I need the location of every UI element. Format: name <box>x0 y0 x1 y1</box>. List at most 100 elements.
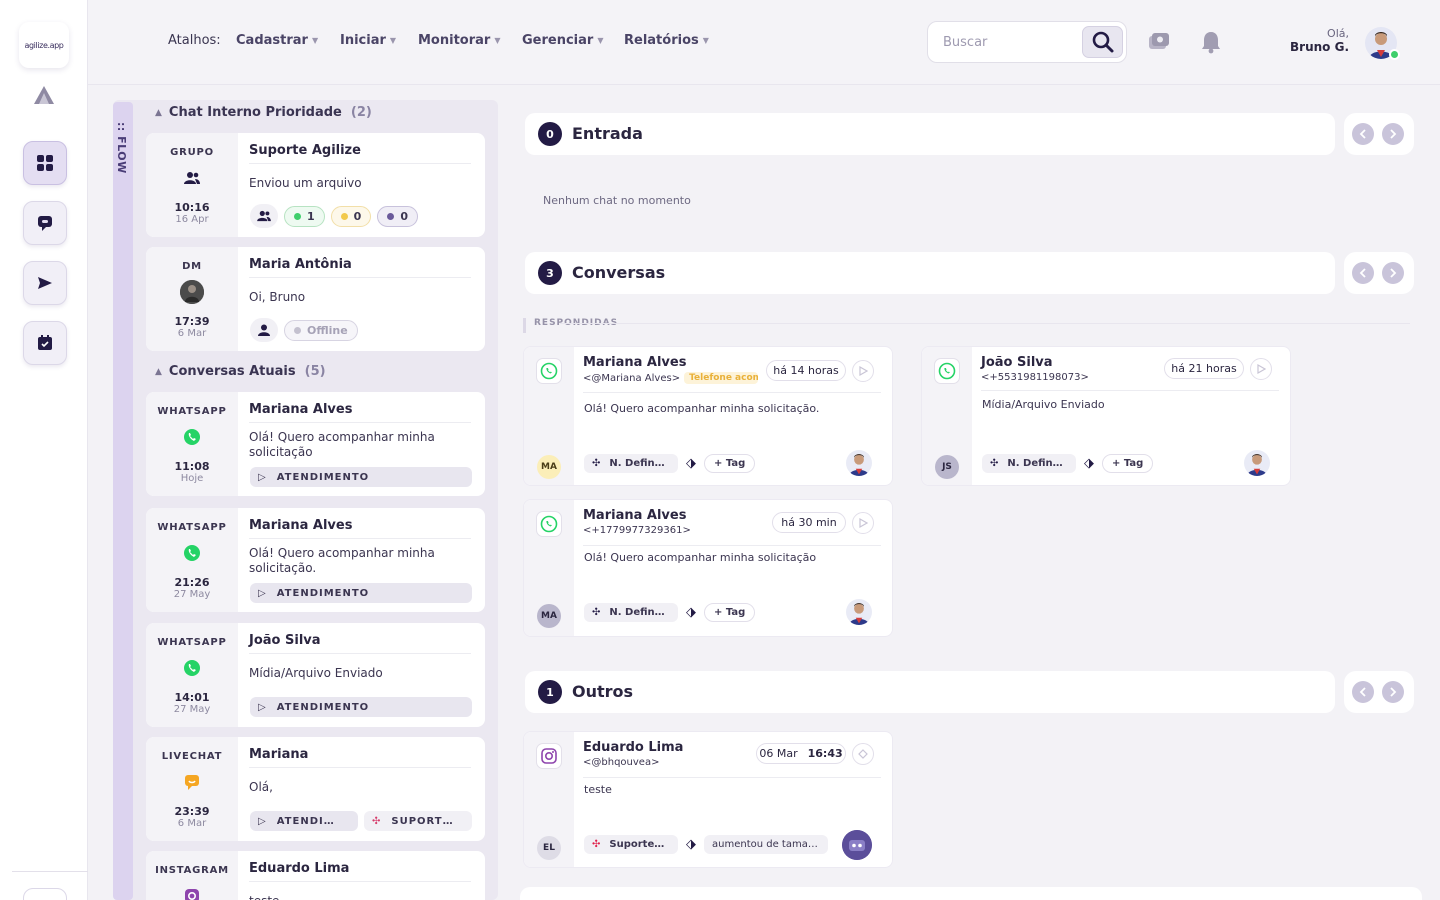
next-button[interactable] <box>1382 123 1404 145</box>
media-icon[interactable] <box>1147 30 1171 54</box>
menu-label: Cadastrar <box>236 33 308 48</box>
card-divider <box>249 767 471 768</box>
contact-name: Mariana Alves <box>583 355 687 370</box>
search-input[interactable]: Buscar <box>943 35 987 50</box>
department-chip[interactable]: ✣ N. Definido <box>584 603 678 622</box>
department-pill[interactable]: ✣ SUPORTE AGILIZE <box>364 811 472 831</box>
conversation-tile[interactable]: JS João Silva <+5531981198073> há 21 hor… <box>921 346 1291 486</box>
card-divider <box>249 277 471 278</box>
conversation-card[interactable]: WHATSAPP 21:26 27 May Mariana Alves Olá!… <box>146 508 485 612</box>
start-button[interactable] <box>852 743 874 765</box>
contact-handle-row: <@Mariana Alves>Telefone acompanhamento <box>583 372 759 384</box>
conversation-card[interactable]: WHATSAPP 14:01 27 May João Silva Mídia/A… <box>146 623 485 727</box>
agent-avatar[interactable] <box>846 599 872 625</box>
section-entrada-header[interactable]: 0 Entrada <box>525 113 1335 155</box>
menu-gerenciar[interactable]: Gerenciar ▼ <box>522 33 603 48</box>
contact-button[interactable] <box>250 318 278 342</box>
department-chip[interactable]: ✣ N. Definido <box>584 454 678 473</box>
chevron-left-icon <box>1359 129 1366 139</box>
prev-button[interactable] <box>1352 123 1374 145</box>
department-icon: ✣ <box>592 458 601 469</box>
contact-initials: EL <box>537 836 561 860</box>
agent-avatar[interactable] <box>1244 450 1270 476</box>
menu-label: Relatórios <box>624 33 699 48</box>
priority-chat-card[interactable]: GRUPO 10:16 16 Apr Suporte Agilize Envio… <box>146 133 485 237</box>
livechat-icon <box>180 770 204 794</box>
dashboard-button[interactable] <box>23 141 67 185</box>
conversation-tile[interactable]: EL Eduardo Lima <@bhqouvea> 06 Mar 16:43 … <box>523 731 893 868</box>
chat-preview: Olá! Quero acompanhar minha solicitação. <box>249 546 435 575</box>
menu-iniciar[interactable]: Iniciar ▼ <box>340 33 396 48</box>
agent-avatar[interactable] <box>846 450 872 476</box>
next-section-header <box>520 887 1422 900</box>
prev-button[interactable] <box>1352 681 1374 703</box>
next-button[interactable] <box>1382 681 1404 703</box>
stage-pill[interactable]: ▷ ATENDIMENTO <box>250 467 472 487</box>
contact-handle-row: <+1779977329361> <box>583 525 691 536</box>
department-label: SUPORTE AGILIZE <box>391 815 457 827</box>
prev-button[interactable] <box>1352 262 1374 284</box>
department-label: N. Definido <box>609 607 666 618</box>
calendar-button[interactable] <box>23 321 67 365</box>
start-button[interactable] <box>852 360 874 382</box>
card-divider <box>249 653 471 654</box>
flow-toggle[interactable]: :: FLOW <box>113 102 133 900</box>
section-conversas-header[interactable]: 3 Conversas <box>525 252 1335 294</box>
conversation-card[interactable]: WHATSAPP 11:08 Hoje Mariana Alves Olá! Q… <box>146 392 485 496</box>
instagram-icon <box>180 884 204 900</box>
menu-relatorios[interactable]: Relatórios ▼ <box>624 33 709 48</box>
menu-label: Monitorar <box>418 33 491 48</box>
add-tag-button[interactable]: + Tag <box>1102 454 1154 473</box>
menu-monitorar[interactable]: Monitorar ▼ <box>418 33 500 48</box>
chat-date: 27 May <box>173 704 211 715</box>
current-section-header[interactable]: ▲ Conversas Atuais (5) <box>155 364 326 379</box>
rail-bottom-button[interactable] <box>23 888 67 900</box>
shortcuts-label: Atalhos: <box>168 33 221 48</box>
channel-label: WHATSAPP <box>157 522 227 533</box>
contact-tag: Telefone acompanhamento <box>684 372 759 384</box>
start-button[interactable] <box>1250 358 1272 380</box>
conversation-tile[interactable]: MA Mariana Alves <@Mariana Alves> Telefon… <box>523 346 893 486</box>
department-chip[interactable]: ✣ N. Definido <box>982 454 1076 473</box>
section-outros-header[interactable]: 1 Outros <box>525 671 1335 713</box>
add-tag-button[interactable]: + Tag <box>704 603 756 622</box>
whatsapp-icon <box>536 358 562 384</box>
members-button[interactable] <box>250 204 278 228</box>
stage-pill[interactable]: ▷ ATENDIMENTO <box>250 697 472 717</box>
play-outline-icon: ▷ <box>258 701 267 713</box>
priority-chat-card[interactable]: DM 17:39 6 Mar Maria Antônia Oi, Bruno O… <box>146 247 485 351</box>
time-chip: há 14 horas <box>766 360 846 381</box>
chat-button[interactable] <box>23 201 67 245</box>
menu-cadastrar[interactable]: Cadastrar ▼ <box>236 33 318 48</box>
contact-avatar <box>180 280 204 304</box>
rail-divider <box>12 871 88 872</box>
tile-divider <box>981 390 1279 391</box>
purple-dot-icon <box>387 212 395 220</box>
conversation-tile[interactable]: MA Mariana Alves <+1779977329361> há 30 … <box>523 499 893 637</box>
next-button[interactable] <box>1382 262 1404 284</box>
app-logo[interactable]: agilize.app <box>19 22 69 68</box>
start-button[interactable] <box>852 512 874 534</box>
bot-avatar[interactable] <box>842 830 872 860</box>
stage-pill[interactable]: ▷ ATENDIMENTO <box>250 583 472 603</box>
send-button[interactable] <box>23 261 67 305</box>
search-button[interactable] <box>1082 26 1123 58</box>
stage-pill[interactable]: ▷ ATENDIMENTO <box>250 811 358 831</box>
caret-down-icon: ▼ <box>389 36 397 45</box>
conversation-card[interactable]: INSTAGRAM Eduardo Lima teste <box>146 851 485 900</box>
message-preview: teste <box>584 783 612 796</box>
department-chip[interactable]: ✣ Suporte Agilize <box>584 835 678 854</box>
chat-date: Hoje <box>180 473 204 484</box>
conversation-card[interactable]: LIVECHAT 23:39 6 Mar Mariana Olá, ▷ ATEND… <box>146 737 485 841</box>
tag-chip[interactable]: aumentou de tamanho <box>704 835 828 854</box>
message-preview: Olá! Quero acompanhar minha solicitação. <box>584 402 820 415</box>
menu-label: Gerenciar <box>522 33 594 48</box>
priority-section-header[interactable]: ▲ Chat Interno Prioridade (2) <box>155 105 372 120</box>
contact-handle: <@bhqouvea> <box>583 757 660 768</box>
message-preview: Olá! Quero acompanhar minha solicitação <box>584 551 817 564</box>
chat-date: 6 Mar <box>177 818 207 829</box>
search-box[interactable]: Buscar <box>927 21 1127 63</box>
add-tag-button[interactable]: + Tag <box>704 454 756 473</box>
chat-time: 14:01 <box>174 691 210 704</box>
bell-icon[interactable] <box>1200 30 1222 54</box>
